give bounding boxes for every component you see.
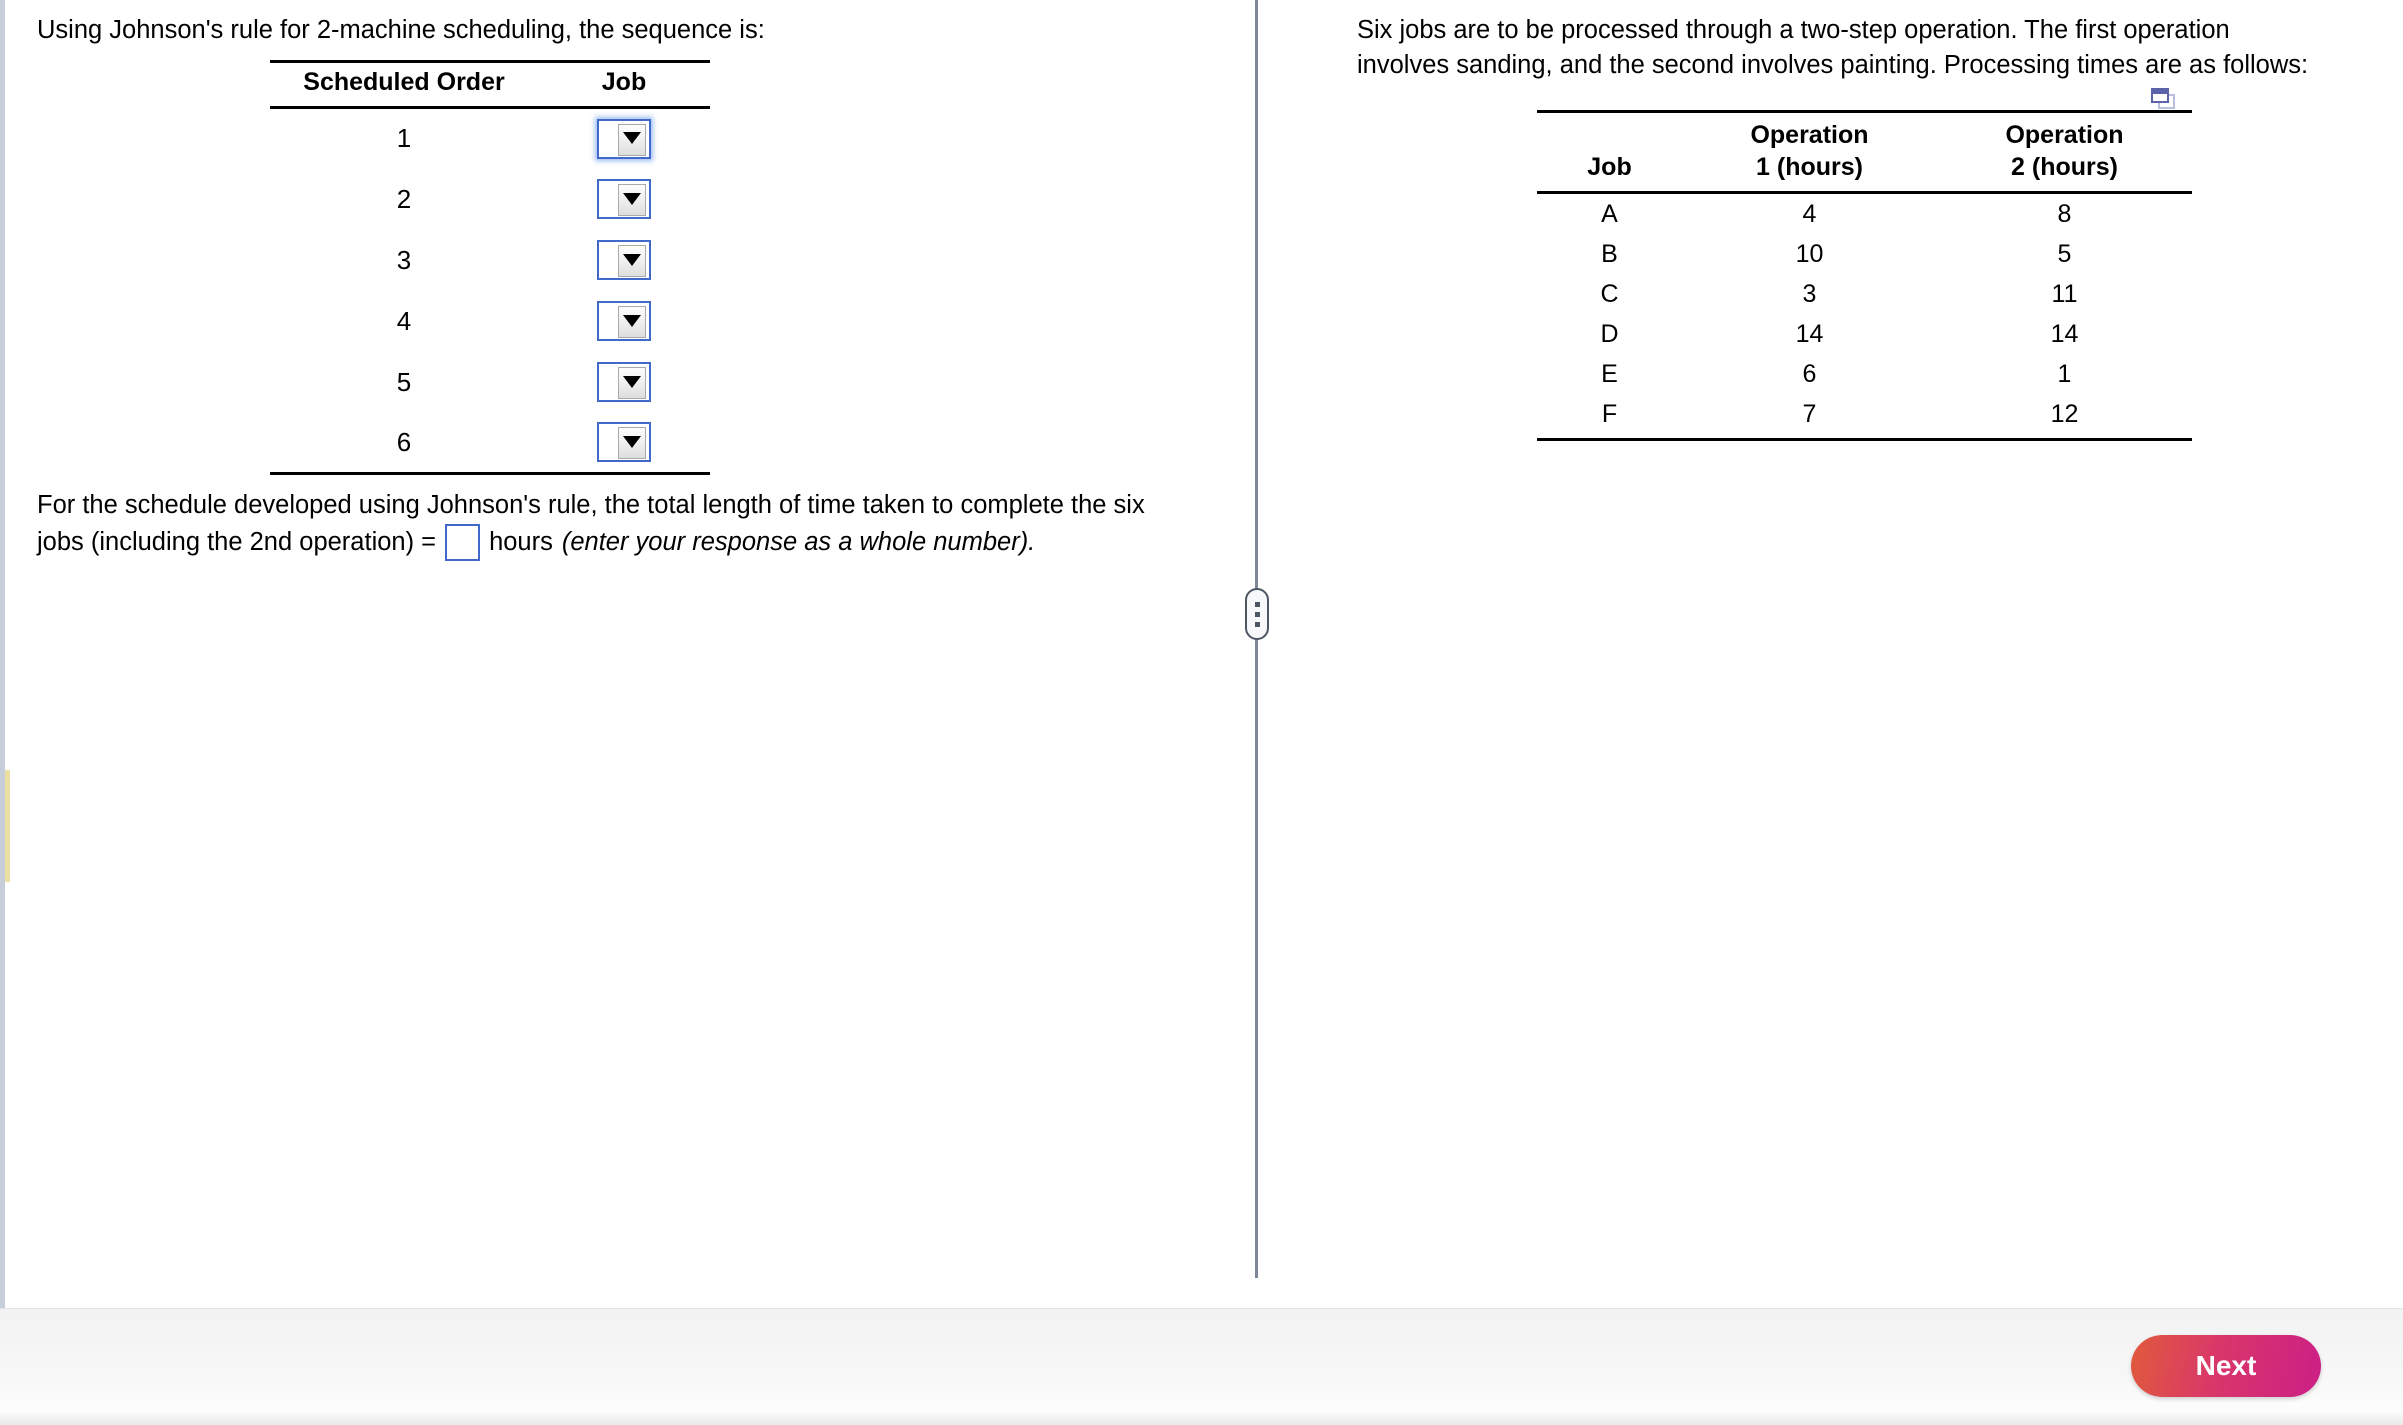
table-row: B 10 5 — [1537, 234, 2192, 274]
op2-value: 8 — [2057, 199, 2072, 228]
header-operation-1: Operation 1 (hours) — [1682, 110, 1937, 194]
op1-value: 7 — [1802, 399, 1817, 428]
processing-times-table: Job Operation 1 (hours) Operation 2 (hou… — [1537, 110, 2192, 442]
times-table-bottom-rule — [1537, 437, 2192, 442]
table-row: 5 — [270, 352, 710, 413]
sequence-table-head: Scheduled Order Job — [270, 60, 710, 109]
table-row: D 14 14 — [1537, 314, 2192, 354]
scheduled-order-table: Scheduled Order Job 1 2 3 4 5 6 — [270, 60, 710, 475]
copy-to-spreadsheet-icon[interactable] — [2151, 88, 2177, 110]
left-panel: Using Johnson's rule for 2-machine sched… — [10, 0, 1255, 1308]
job-label: E — [1601, 359, 1618, 388]
header-job: Job — [1537, 110, 1682, 194]
job-label: D — [1600, 319, 1619, 348]
table-row: E 6 1 — [1537, 354, 2192, 394]
scheduled-order-value: 4 — [396, 305, 412, 336]
job-cell — [538, 108, 710, 169]
next-button[interactable]: Next — [2131, 1335, 2321, 1397]
job-cell — [538, 230, 710, 291]
job-cell — [538, 169, 710, 230]
times-table-foot — [1537, 437, 2192, 442]
job-select-6[interactable] — [597, 422, 651, 463]
sequence-table-container: Scheduled Order Job 1 2 3 4 5 6 — [270, 60, 710, 475]
job-label: F — [1601, 399, 1618, 428]
processing-times-table-container: Job Operation 1 (hours) Operation 2 (hou… — [1537, 110, 2192, 442]
exercise-page: Using Johnson's rule for 2-machine sched… — [0, 0, 2403, 1425]
chevron-down-icon — [618, 427, 646, 460]
left-panel-prompt: Using Johnson's rule for 2-machine sched… — [37, 16, 765, 44]
table-row: A 4 8 — [1537, 193, 2192, 235]
right-panel-prompt: Six jobs are to be processed through a t… — [1357, 16, 2309, 79]
op2-value: 11 — [2051, 279, 2078, 308]
answer-line-2: jobs (including the 2nd operation) = hou… — [37, 523, 1217, 561]
op1-value: 4 — [1802, 199, 1817, 228]
answer-statement: For the schedule developed using Johnson… — [37, 487, 1217, 561]
header-scheduled-order: Scheduled Order — [270, 60, 538, 109]
scheduled-order-value: 2 — [396, 183, 412, 214]
grip-dot — [1254, 621, 1260, 627]
answer-units-label: hours — [489, 527, 553, 556]
job-cell — [538, 412, 710, 475]
panel-splitter-handle[interactable] — [1245, 588, 1269, 640]
times-table-header-row: Job Operation 1 (hours) Operation 2 (hou… — [1537, 110, 2192, 194]
table-row: 3 — [270, 230, 710, 291]
op1-value: 3 — [1802, 279, 1817, 308]
op1-value: 14 — [1795, 319, 1824, 348]
answer-line-1: For the schedule developed using Johnson… — [37, 491, 1145, 519]
answer-line-2-prefix: jobs (including the 2nd operation) = — [37, 527, 437, 556]
job-select-1[interactable] — [597, 118, 651, 159]
copy-icon-front-sheet — [2151, 88, 2169, 103]
chevron-down-icon — [618, 306, 646, 338]
chevron-down-icon — [618, 123, 646, 156]
sequence-table-body: 1 2 3 4 5 6 — [270, 108, 710, 475]
job-select-3[interactable] — [597, 240, 651, 280]
job-label: A — [1601, 199, 1618, 228]
job-select-5[interactable] — [597, 362, 651, 402]
chevron-down-icon — [618, 184, 646, 216]
table-row: 1 — [270, 108, 710, 169]
job-select-4[interactable] — [597, 301, 651, 341]
job-select-2[interactable] — [597, 179, 651, 219]
job-cell — [538, 291, 710, 352]
op2-value: 5 — [2057, 239, 2072, 268]
op2-value: 12 — [2050, 399, 2079, 428]
scheduled-order-value: 5 — [396, 366, 412, 397]
table-row: 4 — [270, 291, 710, 352]
table-row: C 3 11 — [1537, 274, 2192, 314]
scheduled-order-value: 6 — [270, 412, 538, 475]
table-row: 6 — [270, 412, 710, 475]
chevron-down-icon — [618, 367, 646, 399]
job-cell — [538, 352, 710, 413]
chevron-down-icon — [618, 245, 646, 277]
times-table-head: Job Operation 1 (hours) Operation 2 (hou… — [1537, 110, 2192, 194]
op2-value: 14 — [2050, 319, 2079, 348]
total-time-input[interactable] — [445, 523, 481, 561]
scheduled-order-value: 3 — [396, 244, 412, 275]
scheduled-order-value: 1 — [396, 123, 412, 154]
op1-value: 10 — [1795, 239, 1824, 268]
sequence-table-header-row: Scheduled Order Job — [270, 60, 710, 109]
grip-dot — [1254, 601, 1260, 607]
content-pane: Using Johnson's rule for 2-machine sched… — [0, 0, 2403, 1308]
table-row: F 7 12 — [1537, 394, 2192, 439]
times-table-body: A 4 8 B 10 5 C 3 11 D 14 14 E 6 1 F 7 12 — [1537, 193, 2192, 440]
answer-instruction-note: (enter your response as a whole number). — [561, 527, 1036, 556]
op1-value: 6 — [1802, 359, 1817, 388]
op2-value: 1 — [2057, 359, 2072, 388]
job-label: B — [1601, 239, 1618, 268]
footer-bar: Next — [0, 1308, 2403, 1425]
job-label: C — [1600, 279, 1619, 308]
header-operation-2: Operation 2 (hours) — [1937, 110, 2192, 194]
header-job: Job — [538, 60, 710, 109]
grip-dot — [1254, 611, 1260, 617]
table-row: 2 — [270, 169, 710, 230]
